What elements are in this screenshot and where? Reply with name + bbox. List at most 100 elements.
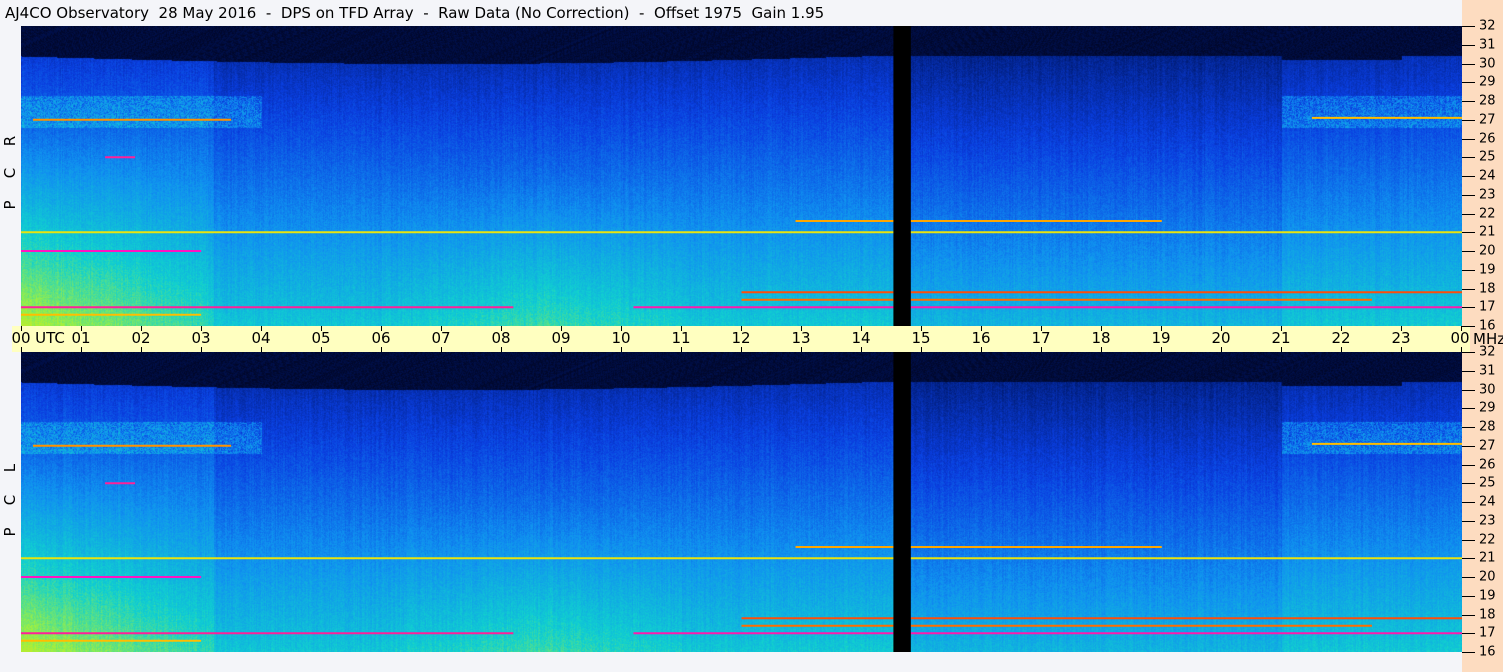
interference-band bbox=[795, 546, 1162, 548]
y-tick-label: 27 bbox=[1479, 112, 1496, 128]
y-tick-label: 25 bbox=[1479, 475, 1496, 491]
y-tick-label: 20 bbox=[1479, 243, 1496, 259]
interference-band bbox=[21, 313, 202, 316]
interference-band bbox=[105, 482, 136, 485]
y-tick-label: 32 bbox=[1479, 18, 1496, 34]
y-tick bbox=[1462, 289, 1475, 290]
x-tick-label: 12 bbox=[731, 329, 751, 347]
x-tick-label: 17 bbox=[1031, 329, 1051, 347]
x-tick bbox=[201, 347, 202, 352]
x-tick-label: 23 bbox=[1391, 329, 1411, 347]
interference-band bbox=[741, 291, 1462, 294]
interference-band bbox=[105, 156, 136, 159]
y-tick bbox=[1462, 633, 1475, 634]
interference-band bbox=[21, 639, 202, 642]
x-tick-label: 01 bbox=[71, 329, 91, 347]
x-tick bbox=[321, 347, 322, 352]
y-tick-label: 24 bbox=[1479, 168, 1496, 184]
lcp-panel-label: L C P bbox=[1, 452, 19, 548]
y-tick-label: 21 bbox=[1479, 550, 1496, 566]
y-tick bbox=[1462, 26, 1475, 27]
x-tick bbox=[681, 347, 682, 352]
y-tick bbox=[1462, 390, 1475, 391]
y-tick bbox=[1462, 540, 1475, 541]
panel-label-letter: C bbox=[1, 494, 19, 506]
x-tick-label: 00 bbox=[1450, 329, 1470, 347]
x-tick bbox=[381, 347, 382, 352]
y-tick bbox=[1462, 483, 1475, 484]
y-tick bbox=[1462, 64, 1475, 65]
x-tick bbox=[261, 347, 262, 352]
rcp-marks bbox=[21, 26, 1462, 326]
y-tick bbox=[1462, 446, 1475, 447]
y-tick bbox=[1462, 502, 1475, 503]
x-tick-label: 09 bbox=[551, 329, 571, 347]
x-tick bbox=[1221, 347, 1222, 352]
panel-label-letter: P bbox=[1, 200, 19, 210]
y-tick bbox=[1462, 101, 1475, 102]
y-tick bbox=[1462, 214, 1475, 215]
x-tick-label: 10 bbox=[611, 329, 631, 347]
y-tick-label: 17 bbox=[1479, 625, 1496, 641]
y-tick-label: 26 bbox=[1479, 131, 1496, 146]
x-unit-label: UTC bbox=[35, 329, 65, 347]
y-tick-label: 28 bbox=[1479, 419, 1496, 435]
y-tick bbox=[1462, 577, 1475, 578]
x-tick bbox=[621, 347, 622, 352]
y-tick-label: 16 bbox=[1479, 318, 1496, 334]
interference-band bbox=[741, 298, 1372, 301]
y-tick-label: 26 bbox=[1479, 457, 1496, 472]
x-tick bbox=[141, 347, 142, 352]
x-tick-label: 11 bbox=[671, 329, 691, 347]
x-tick-label: 22 bbox=[1331, 329, 1351, 347]
y-tick bbox=[1462, 371, 1475, 372]
y-tick bbox=[1462, 82, 1475, 83]
y-tick-label: 30 bbox=[1479, 56, 1496, 71]
x-tick-label: 04 bbox=[251, 329, 271, 347]
y-tick bbox=[1462, 120, 1475, 121]
y-tick bbox=[1462, 139, 1475, 140]
y-tick bbox=[1462, 427, 1475, 428]
x-tick bbox=[81, 347, 82, 352]
panel-label-letter: C bbox=[1, 167, 19, 179]
x-tick-label: 02 bbox=[131, 329, 151, 347]
x-tick bbox=[741, 347, 742, 352]
y-tick bbox=[1462, 521, 1475, 522]
y-tick-label: 29 bbox=[1479, 74, 1496, 90]
y-tick-label: 27 bbox=[1479, 438, 1496, 454]
x-tick bbox=[21, 347, 22, 352]
x-tick-label: 07 bbox=[431, 329, 451, 347]
chart-title: AJ4CO Observatory 28 May 2016 - DPS on T… bbox=[5, 4, 825, 22]
data-gap bbox=[893, 26, 911, 326]
interference-band bbox=[21, 557, 1462, 560]
y-tick-label: 29 bbox=[1479, 400, 1496, 416]
y-tick bbox=[1462, 652, 1475, 653]
interference-band bbox=[21, 306, 514, 309]
y-tick-label: 31 bbox=[1479, 37, 1496, 53]
interference-band bbox=[1311, 116, 1462, 119]
lcp-spectrogram bbox=[21, 352, 1462, 652]
y-tick-label: 17 bbox=[1479, 299, 1496, 315]
x-tick bbox=[501, 347, 502, 352]
y-tick-label: 16 bbox=[1479, 644, 1496, 660]
y-tick-label: 22 bbox=[1479, 532, 1496, 547]
interference-band bbox=[1311, 442, 1462, 445]
x-tick-label: 19 bbox=[1151, 329, 1171, 347]
y-tick bbox=[1462, 270, 1475, 271]
x-tick-label: 15 bbox=[911, 329, 931, 347]
x-tick bbox=[441, 347, 442, 352]
x-tick bbox=[1161, 347, 1162, 352]
y-tick bbox=[1462, 157, 1475, 158]
y-tick bbox=[1462, 465, 1475, 466]
interference-band bbox=[21, 231, 1462, 234]
panel-label-letter: L bbox=[1, 463, 19, 473]
x-tick-label: 21 bbox=[1271, 329, 1291, 347]
y-tick-label: 22 bbox=[1479, 206, 1496, 221]
x-tick-label: 20 bbox=[1211, 329, 1231, 347]
y-tick bbox=[1462, 307, 1475, 308]
panel-label-letter: P bbox=[1, 527, 19, 537]
y-tick-label: 28 bbox=[1479, 93, 1496, 109]
y-tick bbox=[1462, 232, 1475, 233]
y-tick-label: 23 bbox=[1479, 187, 1496, 203]
x-tick-label: 00 bbox=[11, 329, 31, 347]
